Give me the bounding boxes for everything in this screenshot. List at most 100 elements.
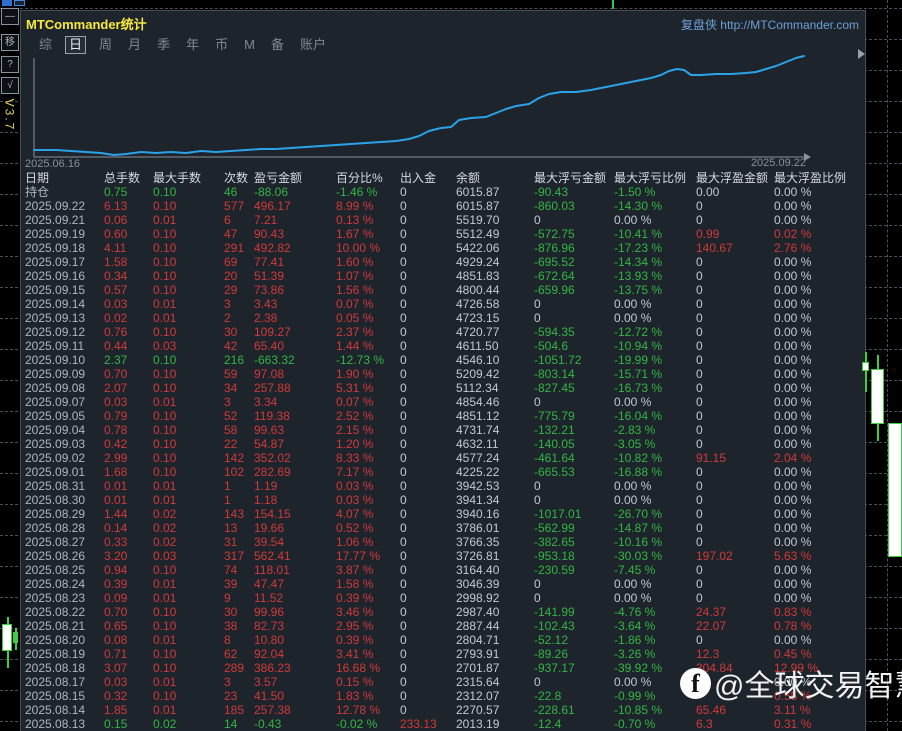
window-icon[interactable] (2, 0, 12, 6)
table-cell: -775.79 (534, 409, 614, 423)
table-cell: 38 (224, 619, 254, 633)
table-cell: 0 (400, 199, 456, 213)
table-row: 2025.09.022.990.10142352.028.33 %04577.2… (25, 451, 867, 465)
tab-6[interactable]: 币 (212, 37, 231, 53)
table-cell: 0 (696, 577, 774, 591)
table-cell: 1.06 % (336, 535, 400, 549)
table-cell: 0 (400, 395, 456, 409)
table-cell: 0 (534, 213, 614, 227)
table-cell: 16.68 % (336, 661, 400, 675)
tab-5[interactable]: 年 (183, 37, 202, 53)
table-row: 2025.09.040.780.105899.632.15 %04731.74-… (25, 423, 867, 437)
table-cell: 0.00 % (774, 633, 867, 647)
table-row: 日期总手数最大手数次数盈亏金额百分比%出入金余额最大浮亏金额最大浮亏比例最大浮盈… (25, 171, 867, 185)
table-cell: 最大浮盈金额 (696, 171, 774, 185)
price-tick-mark (612, 0, 614, 9)
table-cell: -12.72 % (614, 325, 696, 339)
table-cell: 0.10 (153, 255, 224, 269)
table-cell: 23 (224, 689, 254, 703)
table-cell: 0.31 % (774, 717, 867, 731)
table-cell: 0 (534, 591, 614, 605)
table-cell: 19.66 (254, 521, 336, 535)
table-cell: 0 (400, 675, 456, 689)
candlestick (862, 362, 869, 371)
table-cell: 0 (696, 395, 774, 409)
help-button[interactable]: ? (1, 56, 19, 73)
table-cell: -1.86 % (614, 633, 696, 647)
table-cell: 90.43 (254, 227, 336, 241)
tab-4[interactable]: 季 (154, 37, 173, 53)
table-cell: 0 (696, 521, 774, 535)
table-row: 2025.09.082.070.1034257.885.31 %05112.34… (25, 381, 867, 395)
table-cell: -2.83 % (614, 423, 696, 437)
table-cell: 盈亏金额 (254, 171, 336, 185)
table-cell: 4.07 % (336, 507, 400, 521)
table-cell: 0 (400, 409, 456, 423)
table-cell: 2025.09.13 (25, 311, 104, 325)
tab-8[interactable]: 备 (268, 37, 287, 53)
gridline (887, 0, 888, 731)
table-cell: 2793.91 (456, 647, 534, 661)
tab-7[interactable]: M (241, 37, 258, 53)
table-cell: 2025.09.19 (25, 227, 104, 241)
table-cell: 1.56 % (336, 283, 400, 297)
table-cell: 20 (224, 269, 254, 283)
candlestick (888, 423, 902, 557)
table-cell: 0 (400, 213, 456, 227)
table-cell: 0.03 (104, 675, 153, 689)
check-button[interactable]: √ (1, 77, 19, 94)
table-cell: 0 (534, 395, 614, 409)
table-cell: 0 (400, 269, 456, 283)
table-cell: 0.03 % (336, 479, 400, 493)
table-cell: 0 (400, 633, 456, 647)
table-cell: 46 (224, 185, 254, 199)
table-cell: 0 (534, 479, 614, 493)
table-cell: 0.00 % (774, 465, 867, 479)
table-cell: 0.03 (104, 395, 153, 409)
table-cell: -12.73 % (336, 353, 400, 367)
table-cell: 0 (400, 591, 456, 605)
table-cell: 0.75 (104, 185, 153, 199)
table-cell: 3.07 (104, 661, 153, 675)
tab-bar: 综日周月季年币M备账户 (31, 36, 334, 54)
window-icon[interactable] (14, 0, 25, 6)
table-cell: 0 (696, 213, 774, 227)
table-cell: 0.94 (104, 563, 153, 577)
table-cell: 0.39 (104, 577, 153, 591)
table-cell: 2025.08.21 (25, 619, 104, 633)
table-cell: 0.06 (104, 213, 153, 227)
table-cell: 0.02 (153, 507, 224, 521)
table-cell: 5112.34 (456, 381, 534, 395)
table-cell: 7.17 % (336, 465, 400, 479)
table-cell: 0 (400, 325, 456, 339)
tab-3[interactable]: 月 (125, 37, 144, 53)
table-cell: 0.01 (153, 675, 224, 689)
table-cell: 6015.87 (456, 185, 534, 199)
move-button[interactable]: 移 (1, 34, 19, 51)
table-cell: 日期 (25, 171, 104, 185)
table-cell: 0 (696, 367, 774, 381)
table-cell: -10.85 % (614, 703, 696, 717)
tab-2[interactable]: 周 (96, 37, 115, 53)
panel-edge-arrow-icon[interactable] (858, 49, 865, 59)
table-cell: 0 (400, 297, 456, 311)
tab-1[interactable]: 日 (65, 36, 86, 54)
table-row: 2025.09.102.370.10216-663.32-12.73 %0454… (25, 353, 867, 367)
table-cell: 30 (224, 605, 254, 619)
table-cell: 总手数 (104, 171, 153, 185)
table-cell: 0 (696, 633, 774, 647)
tab-9[interactable]: 账户 (297, 37, 329, 53)
table-cell: 12.78 % (336, 703, 400, 717)
tab-0[interactable]: 综 (36, 37, 55, 53)
table-cell: 282.69 (254, 465, 336, 479)
minimize-button[interactable]: — (1, 8, 19, 25)
table-cell: 3766.35 (456, 535, 534, 549)
table-cell: 0 (696, 479, 774, 493)
table-cell: -382.65 (534, 535, 614, 549)
candlestick (871, 369, 884, 424)
table-cell: 496.17 (254, 199, 336, 213)
table-cell: 2025.09.12 (25, 325, 104, 339)
table-cell: 0 (400, 437, 456, 451)
table-cell: 2 (224, 311, 254, 325)
table-cell: 0 (400, 703, 456, 717)
